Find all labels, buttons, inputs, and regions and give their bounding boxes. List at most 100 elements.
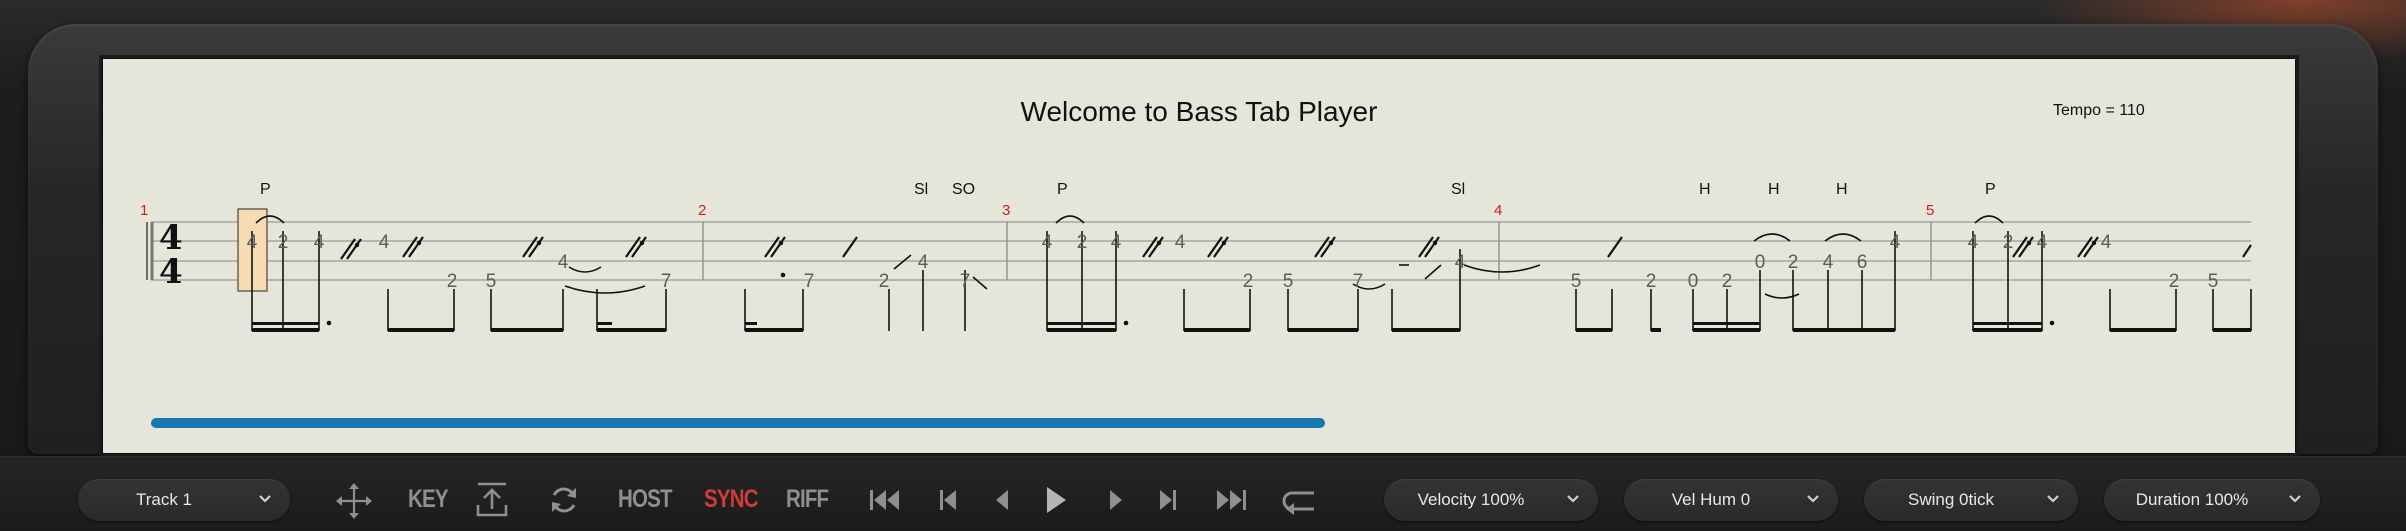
technique-mark: H: [1768, 181, 1780, 198]
slash-dot: [416, 240, 422, 246]
fret-number: 4: [1968, 232, 1979, 253]
playback-progress-bar[interactable]: [151, 418, 2247, 428]
tab-staff[interactable]: 4 4 1 2 3 4 5 P Sl SO P Sl H H H P 4 2 4…: [103, 59, 2295, 453]
play-icon[interactable]: [1044, 484, 1068, 516]
playback-progress-fill: [151, 418, 1325, 428]
fret-number: 2: [2003, 232, 2014, 253]
fret-number: 0: [1755, 252, 1766, 273]
fret-number: 5: [1283, 271, 1294, 292]
track-select[interactable]: Track 1: [78, 479, 290, 521]
return-icon[interactable]: [1280, 485, 1322, 515]
export-icon[interactable]: [474, 481, 510, 519]
duration-select-label: Duration 100%: [2135, 490, 2249, 509]
next-icon[interactable]: [1158, 487, 1178, 513]
fret-number: 4: [558, 252, 569, 273]
host-button[interactable]: HOST: [618, 485, 672, 514]
fret-number: 4: [918, 252, 929, 273]
slash-dot: [536, 240, 542, 246]
app-window: Welcome to Bass Tab Player Tempo = 110 4…: [0, 0, 2406, 531]
key-button[interactable]: KEY: [408, 485, 449, 514]
velocity-select[interactable]: Velocity 100%: [1384, 479, 1598, 521]
vel-hum-select-label: Vel Hum 0: [1671, 490, 1751, 509]
previous-icon[interactable]: [938, 487, 958, 513]
slash-dot: [639, 240, 645, 246]
slash-dot: [1156, 240, 1162, 246]
staff-lines: [151, 221, 2251, 281]
fret-number: 2: [1077, 232, 1088, 253]
technique-mark: P: [260, 181, 271, 198]
fret-number: 2: [1646, 271, 1657, 292]
chevron-down-icon: [259, 495, 271, 503]
technique-mark: H: [1699, 181, 1711, 198]
move-icon[interactable]: [334, 481, 374, 521]
chevron-down-icon: [1567, 495, 1579, 503]
slash-dot: [2091, 240, 2097, 246]
fast-forward-icon[interactable]: [1214, 487, 1248, 513]
measure-number: 1: [140, 202, 148, 219]
fret-number: 7: [960, 271, 971, 292]
transport-toolbar: Track 1 KEY HOST SYNC RIFF Velocity 100%…: [0, 456, 2406, 531]
chevron-down-icon: [1807, 495, 1819, 503]
slash-dot: [1432, 240, 1438, 246]
technique-mark: P: [1057, 181, 1068, 198]
slash-dot: [354, 242, 360, 248]
swing-select[interactable]: Swing 0tick: [1864, 479, 2078, 521]
fret-number: 4: [1823, 252, 1834, 273]
dot: [2049, 320, 2055, 326]
fret-number: 5: [486, 271, 497, 292]
fret-number: 2: [447, 271, 458, 292]
fret-number: 0: [1688, 271, 1699, 292]
fret-number: 4: [2101, 232, 2112, 253]
fret-number: 4: [1111, 232, 1122, 253]
slash-dot: [778, 240, 784, 246]
fret-number: 2: [1243, 271, 1254, 292]
fret-number: 7: [661, 271, 672, 292]
fret-number: 7: [804, 271, 815, 292]
note-beams: [252, 322, 2251, 332]
start-barline: [146, 222, 154, 280]
fret-number: 4: [1890, 232, 1901, 253]
fret-number: 5: [2208, 271, 2219, 292]
track-select-label: Track 1: [135, 490, 193, 509]
dot: [326, 320, 332, 326]
ties: [255, 215, 2004, 299]
vel-hum-select[interactable]: Vel Hum 0: [1624, 479, 1838, 521]
loop-icon[interactable]: [546, 482, 582, 518]
measure-number: 3: [1002, 202, 1010, 219]
chevron-down-icon: [2047, 495, 2059, 503]
fret-number: 2: [2169, 271, 2180, 292]
technique-mark: P: [1985, 181, 1996, 198]
dot: [780, 272, 786, 278]
fret-number: 4: [2037, 232, 2048, 253]
fret-number: 4: [314, 232, 325, 253]
fret-number: 2: [1722, 271, 1733, 292]
rewind-start-icon[interactable]: [868, 487, 902, 513]
velocity-select-label: Velocity 100%: [1417, 490, 1525, 509]
fret-number: 7: [1353, 271, 1364, 292]
rhythm-slashes: [340, 236, 2252, 260]
tab-sheet: Welcome to Bass Tab Player Tempo = 110 4…: [102, 58, 2296, 454]
technique-mark: SO: [952, 181, 975, 198]
fret-number: 4: [1455, 252, 1466, 273]
technique-mark: H: [1836, 181, 1848, 198]
technique-mark: Sl: [914, 181, 928, 198]
fret-number: 2: [278, 232, 289, 253]
riff-button[interactable]: RIFF: [786, 485, 829, 514]
step-forward-icon[interactable]: [1108, 487, 1124, 513]
duration-select[interactable]: Duration 100%: [2104, 479, 2320, 521]
swing-select-label: Swing 0tick: [1908, 490, 1994, 509]
time-signature-bottom: 4: [159, 252, 183, 292]
measure-number: 2: [698, 202, 706, 219]
fret-number: 5: [1571, 271, 1582, 292]
measure-number: 4: [1494, 202, 1502, 219]
slash-dot: [1328, 240, 1334, 246]
fret-number: 2: [1788, 252, 1799, 273]
fret-number: 4: [1042, 232, 1053, 253]
technique-mark: Sl: [1451, 181, 1465, 198]
dot: [1123, 320, 1129, 326]
sync-button[interactable]: SYNC: [704, 485, 759, 514]
fret-number: 6: [1857, 252, 1868, 273]
fret-number: 4: [247, 232, 258, 253]
step-back-icon[interactable]: [994, 487, 1010, 513]
fret-number: 4: [1175, 232, 1186, 253]
